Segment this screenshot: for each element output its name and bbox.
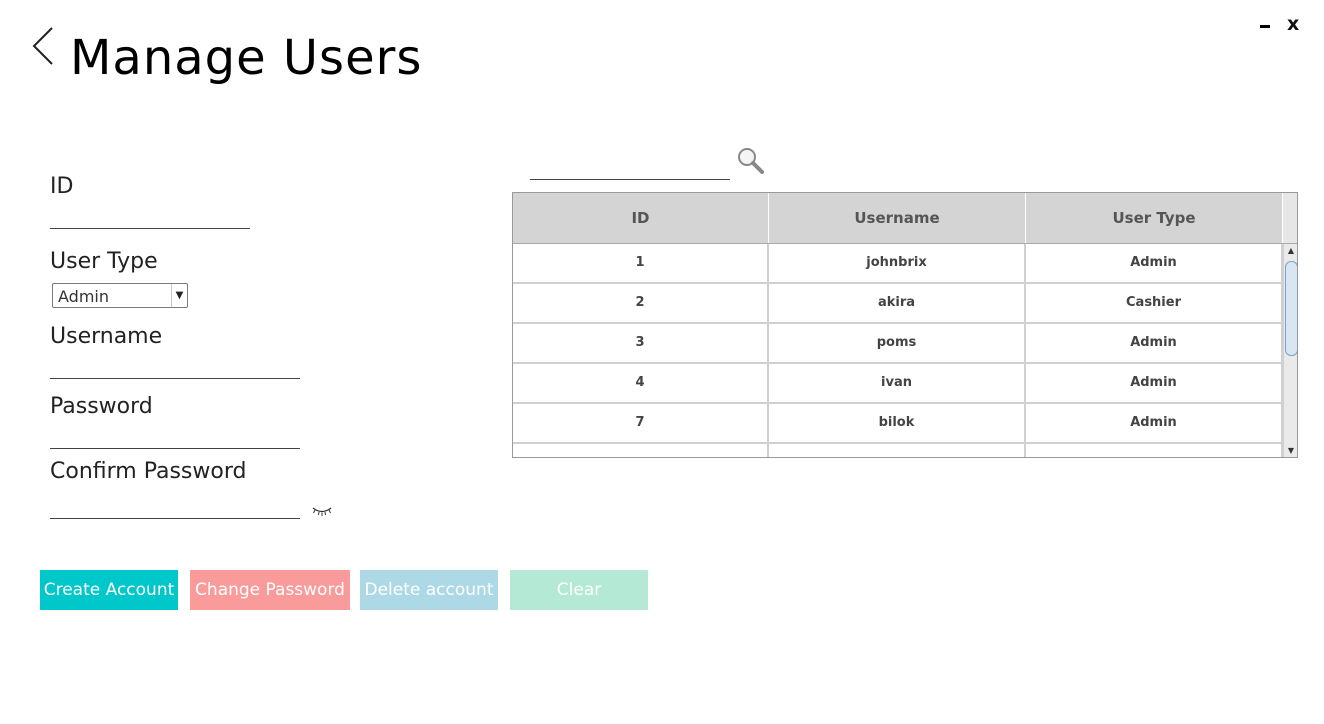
search-icon [738,148,764,174]
table-row[interactable]: 7 bilok Admin [513,404,1283,444]
table-body: 1 johnbrix Admin 2 akira Cashier 3 poms … [513,244,1283,457]
table-row[interactable] [513,444,1283,457]
password-field[interactable] [50,419,300,449]
page-title: Manage Users [70,30,423,86]
cell-user-type: Admin [1026,324,1283,362]
cell-user-type: Admin [1026,404,1283,442]
users-table: ID Username User Type 1 johnbrix Admin 2… [512,192,1298,458]
eye-closed-icon [312,507,332,516]
confirm-password-field[interactable] [50,489,300,519]
back-button[interactable] [30,26,56,66]
password-label: Password [50,394,153,419]
table-header-corner [1283,193,1297,244]
show-password-toggle[interactable] [311,502,333,518]
confirm-password-label: Confirm Password [50,459,247,484]
cell-user-type: Admin [1026,364,1283,402]
id-field[interactable] [50,199,250,229]
clear-button[interactable]: Clear [510,570,648,610]
cell-username [769,444,1026,457]
cell-user-type: Cashier [1026,284,1283,322]
close-button[interactable]: x [1287,12,1299,36]
minimize-button[interactable] [1260,14,1272,34]
scroll-up-icon[interactable]: ▲ [1284,244,1297,258]
user-type-select[interactable]: Admin ▼ [52,283,188,308]
search-input[interactable] [530,145,730,180]
column-header-id[interactable]: ID [513,193,769,243]
table-row[interactable]: 1 johnbrix Admin [513,244,1283,284]
user-type-value: Admin [58,287,109,306]
cell-username: poms [769,324,1026,362]
dropdown-arrow-icon: ▼ [171,284,187,307]
table-scrollbar[interactable]: ▲ ▼ [1283,244,1297,457]
table-row[interactable]: 2 akira Cashier [513,284,1283,324]
user-type-label: User Type [50,249,158,274]
cell-id: 2 [513,284,769,322]
scroll-down-icon[interactable]: ▼ [1284,444,1297,457]
table-row[interactable]: 4 ivan Admin [513,364,1283,404]
search-button[interactable] [736,146,764,174]
cell-username: akira [769,284,1026,322]
delete-account-button[interactable]: Delete account [360,570,498,610]
table-header: ID Username User Type [513,193,1283,244]
cell-username: bilok [769,404,1026,442]
cell-username: johnbrix [769,244,1026,282]
cell-user-type: Admin [1026,244,1283,282]
cell-id: 4 [513,364,769,402]
column-header-user-type[interactable]: User Type [1026,193,1283,243]
username-field[interactable] [50,349,300,379]
column-header-username[interactable]: Username [769,193,1026,243]
username-label: Username [50,324,163,349]
change-password-button[interactable]: Change Password [190,570,350,610]
cell-user-type [1026,444,1283,457]
chevron-left-icon [32,27,53,65]
scrollbar-thumb[interactable] [1285,261,1297,356]
create-account-button[interactable]: Create Account [40,570,178,610]
cell-id: 7 [513,404,769,442]
cell-id: 1 [513,244,769,282]
cell-id [513,444,769,457]
table-row[interactable]: 3 poms Admin [513,324,1283,364]
cell-username: ivan [769,364,1026,402]
cell-id: 3 [513,324,769,362]
id-label: ID [50,174,74,199]
